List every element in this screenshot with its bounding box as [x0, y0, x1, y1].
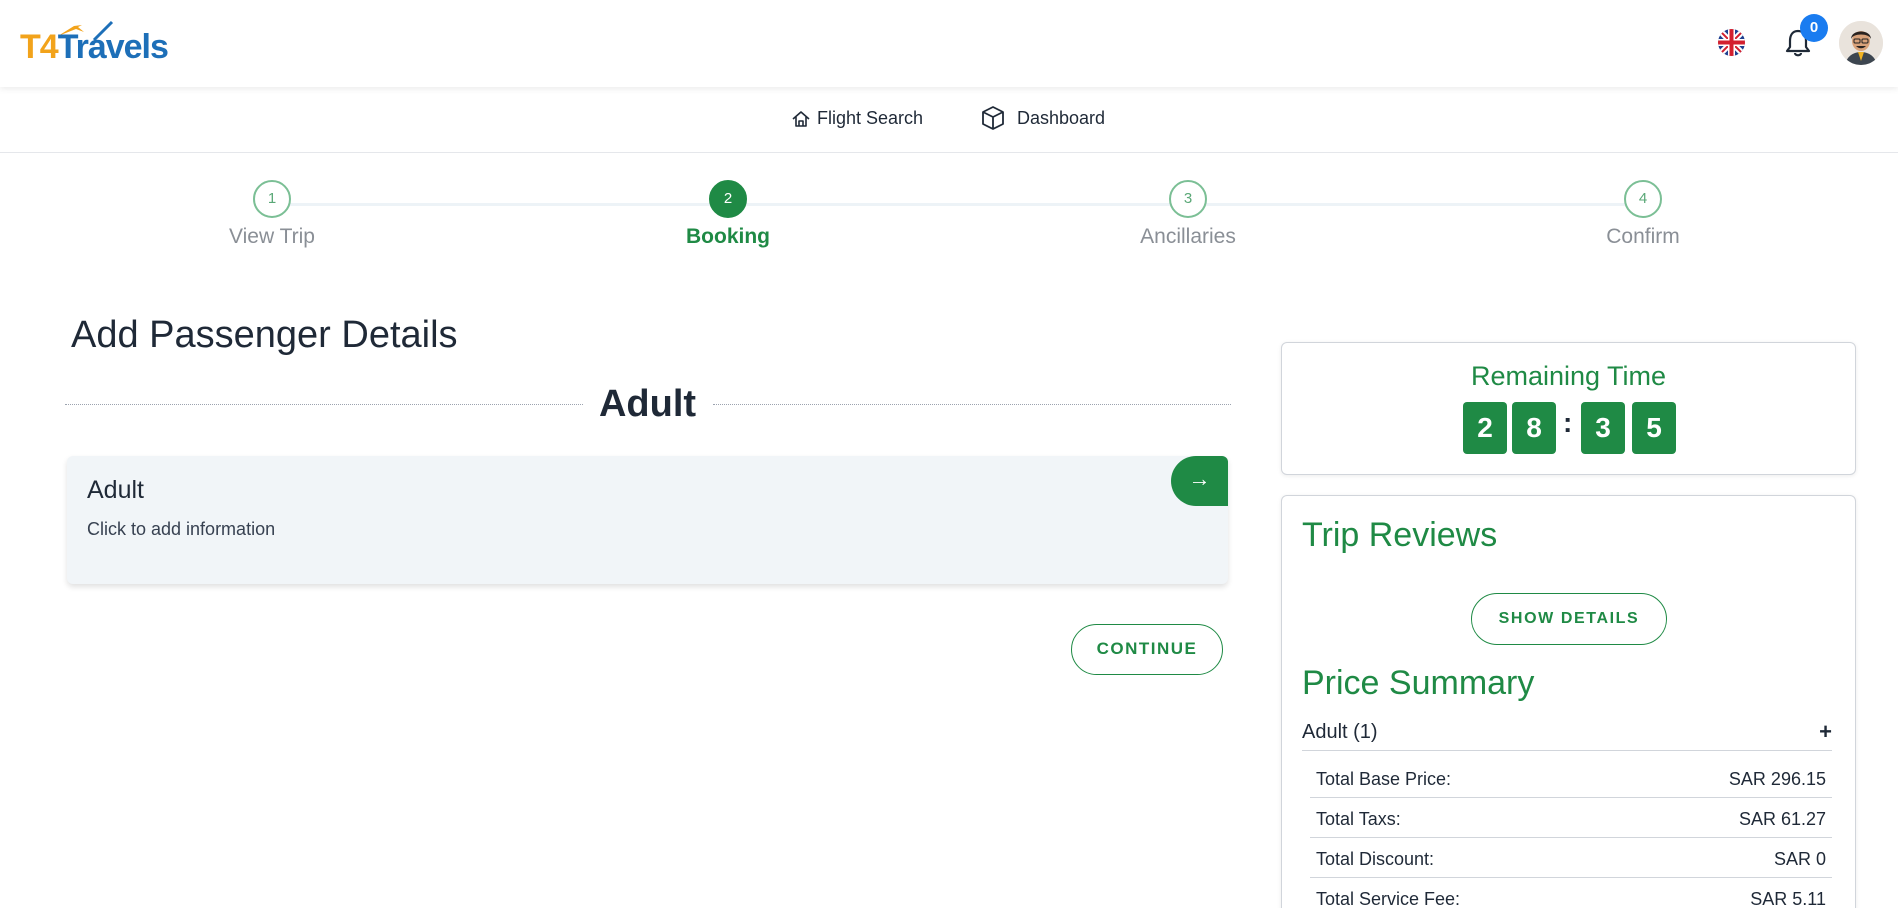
step-4-circle[interactable]: 4	[1624, 180, 1662, 218]
nav-dashboard[interactable]: Dashboard	[981, 105, 1105, 131]
step-3-label: Ancillaries	[1140, 225, 1236, 248]
top-header: T4Travels 0	[0, 0, 1898, 87]
price-row-value: SAR 296.15	[1728, 769, 1826, 789]
stepper-track	[290, 203, 1640, 206]
nav-flight-search[interactable]: Flight Search	[791, 108, 923, 129]
section-divider-right	[713, 404, 1231, 405]
timer-digit: 3	[1581, 402, 1625, 454]
price-row: Total Discount: SAR 0	[1310, 838, 1832, 878]
logo-travels: Travels	[57, 28, 169, 66]
timer-digit: 2	[1463, 402, 1507, 454]
remaining-time-card: Remaining Time 2 8 : 3 5	[1281, 342, 1856, 475]
logo-t4: T4	[20, 28, 59, 66]
price-row-label: Total Discount:	[1316, 849, 1435, 869]
passenger-card-subtitle: Click to add information	[87, 519, 276, 539]
price-row: Total Taxs: SAR 61.27	[1310, 798, 1832, 838]
price-row-label: Total Base Price:	[1316, 769, 1452, 789]
cube-icon	[982, 106, 1004, 130]
section-heading-adult: Adult	[598, 383, 697, 425]
step-2-circle[interactable]: 2	[709, 180, 747, 218]
arrow-right-icon[interactable]: →	[1171, 456, 1228, 506]
timer-digit: 8	[1512, 402, 1556, 454]
step-2-label: Booking	[686, 225, 770, 248]
price-summary-title: Price Summary	[1302, 664, 1535, 702]
step-1-label: View Trip	[229, 225, 315, 248]
home-icon	[792, 110, 810, 127]
passenger-card-title: Adult	[87, 476, 144, 504]
step-1-circle[interactable]: 1	[253, 180, 291, 218]
timer-separator: :	[1563, 407, 1573, 438]
timer-digit: 5	[1632, 402, 1676, 454]
step-3-circle[interactable]: 3	[1169, 180, 1207, 218]
t4-travels-logo[interactable]: T4Travels	[20, 18, 169, 70]
section-divider-left	[65, 404, 583, 405]
user-avatar[interactable]	[1839, 21, 1883, 65]
price-row-value: SAR 61.27	[1738, 809, 1826, 829]
price-row-value: SAR 0	[1773, 849, 1826, 869]
continue-button[interactable]: CONTINUE	[1071, 624, 1223, 675]
main-nav: Flight Search Dashboard	[0, 87, 1898, 153]
notification-count-badge: 0	[1800, 14, 1828, 42]
trip-reviews-card: Trip Reviews SHOW DETAILS Price Summary …	[1281, 495, 1856, 908]
expand-plus-icon[interactable]: +	[1819, 719, 1832, 745]
price-row-label: Total Taxs:	[1316, 809, 1401, 829]
adult-group-label: Adult (1)	[1302, 721, 1378, 743]
page-title: Add Passenger Details	[71, 314, 458, 356]
step-4-label: Confirm	[1606, 225, 1680, 248]
passenger-card-adult[interactable]: Adult Click to add information →	[67, 456, 1228, 584]
uk-flag-icon[interactable]	[1718, 29, 1745, 56]
trip-reviews-title: Trip Reviews	[1302, 516, 1498, 554]
nav-flight-search-label: Flight Search	[817, 108, 924, 128]
remaining-time-title: Remaining Time	[1470, 361, 1667, 391]
price-row-value: SAR 5.11	[1750, 889, 1826, 908]
price-row-label: Total Service Fee:	[1316, 889, 1461, 908]
show-details-button[interactable]: SHOW DETAILS	[1471, 593, 1667, 645]
adult-price-group[interactable]: Adult (1) +	[1302, 719, 1832, 751]
nav-dashboard-label: Dashboard	[1017, 107, 1106, 128]
price-row: Total Service Fee: SAR 5.11	[1310, 878, 1832, 908]
price-row: Total Base Price: SAR 296.15	[1310, 758, 1832, 798]
